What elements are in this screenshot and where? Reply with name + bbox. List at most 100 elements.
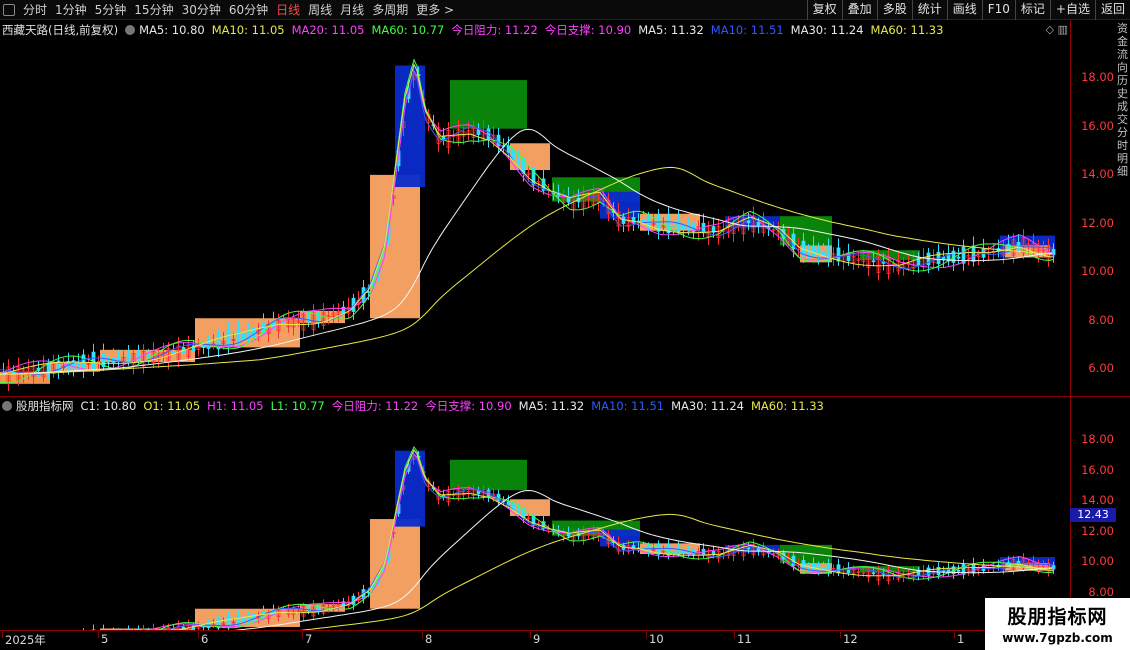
candle-body — [201, 345, 206, 349]
diamond-icon[interactable]: ◇ — [1046, 23, 1054, 36]
candle-body — [1051, 249, 1056, 255]
period-tab-1[interactable]: 1分钟 — [51, 0, 91, 20]
date-tick: 9 — [529, 632, 541, 646]
period-tab-3[interactable]: 15分钟 — [130, 0, 177, 20]
toolbar-button-0[interactable]: 复权 — [806, 0, 842, 20]
period-tab-0[interactable]: 分时 — [19, 0, 51, 20]
toolbar: 分时 1分钟 5分钟 15分钟 30分钟 60分钟 日线 周线 月线 多周期 更多 > 复权 叠加 多股… — [0, 0, 1130, 20]
candle-body — [486, 489, 491, 498]
period-tab-10[interactable]: 更多 > — [412, 0, 458, 20]
legend-item-8: MA30: 11.24 — [790, 22, 864, 37]
candle-body — [1051, 565, 1056, 570]
main-y-tick: 12.00 — [1081, 215, 1114, 230]
candle-body — [821, 567, 826, 570]
period-tab-2[interactable]: 5分钟 — [91, 0, 131, 20]
legend-item-1: MA10: 11.05 — [211, 22, 285, 37]
sub-y-tick: 18.00 — [1081, 432, 1114, 446]
zone-block — [510, 143, 550, 171]
candle-body — [11, 371, 16, 374]
candle-body — [516, 509, 521, 512]
main-y-tick: 16.00 — [1081, 118, 1114, 133]
main-y-tick: 18.00 — [1081, 70, 1114, 84]
menu-square-icon[interactable] — [3, 4, 15, 16]
candle-body — [236, 615, 241, 625]
toolbar-button-1[interactable]: 叠加 — [841, 0, 877, 20]
candle-body — [366, 291, 371, 293]
candle-body — [811, 563, 816, 571]
candle-body — [971, 563, 976, 574]
legend-item-6: MA5: 11.32 — [638, 22, 704, 37]
candle-body — [621, 216, 626, 224]
panel-toggle-icon[interactable]: ▥ — [1058, 23, 1068, 36]
date-tick: 12 — [840, 632, 858, 646]
toolbar-button-7[interactable]: +自选 — [1049, 0, 1095, 20]
period-tab-7[interactable]: 周线 — [304, 0, 336, 20]
candle-body — [126, 354, 131, 362]
panel-divider — [0, 396, 1130, 397]
period-tab-8[interactable]: 月线 — [336, 0, 368, 20]
period-tab-9[interactable]: 多周期 — [368, 0, 412, 20]
candle-body — [106, 360, 111, 363]
main-y-tick: 6.00 — [1088, 361, 1114, 375]
main-candlestick-chart[interactable] — [0, 36, 1070, 396]
date-tick: 1 — [953, 632, 965, 646]
candle-body — [486, 128, 491, 140]
candle-body — [671, 226, 676, 229]
legend-item-7: MA10: 11.51 — [710, 22, 784, 37]
toolbar-button-3[interactable]: 统计 — [911, 0, 947, 20]
slow-ma — [0, 166, 1053, 375]
candle-body — [756, 221, 761, 226]
main-y-tick: 10.00 — [1081, 264, 1114, 278]
period-tab-4[interactable]: 30分钟 — [178, 0, 225, 20]
candle-body — [246, 331, 251, 338]
legend-item-9: MA60: 11.33 — [750, 398, 824, 413]
date-tick: 7 — [301, 632, 313, 646]
candle-body — [146, 355, 151, 358]
candle-body — [811, 245, 816, 257]
toolbar-button-4[interactable]: 画线 — [946, 0, 982, 20]
date-tick: 11 — [734, 632, 752, 646]
date-tick: 10 — [646, 632, 664, 646]
candle-body — [241, 618, 246, 622]
toolbar-button-2[interactable]: 多股 — [876, 0, 912, 20]
candle-body — [956, 569, 961, 572]
sub-y-tick: 8.00 — [1088, 584, 1114, 599]
main-y-tick: 14.00 — [1081, 167, 1114, 181]
watermark-title: 股朋指标网 — [1007, 606, 1108, 628]
legend-item-9: MA60: 11.33 — [870, 22, 944, 37]
period-tab-5[interactable]: 60分钟 — [225, 0, 272, 20]
period-tab-6[interactable]: 日线 — [272, 0, 304, 20]
toolbar-button-8[interactable]: 返回 — [1094, 0, 1130, 20]
candle-body — [516, 159, 521, 163]
sub-y-tick: 14.00 — [1081, 493, 1114, 507]
candle-body — [676, 219, 681, 232]
watermark-url: www.7gpzb.com — [1002, 631, 1113, 645]
side-text: 资金流向历史成交分时明细 — [1117, 22, 1128, 178]
candle-body — [836, 564, 841, 574]
candle-body — [171, 351, 176, 354]
settings-dot-icon[interactable] — [125, 24, 136, 35]
legend-item-2: H1: 11.05 — [207, 398, 264, 413]
axis-divider — [1070, 20, 1071, 630]
date-tick: 5 — [97, 632, 109, 646]
zone-block — [450, 80, 527, 129]
date-tick: 8 — [421, 632, 433, 646]
candle-body — [871, 572, 876, 575]
candle-body — [671, 551, 676, 553]
period-tabs: 分时 1分钟 5分钟 15分钟 30分钟 60分钟 日线 周线 月线 多周期 更多 > — [0, 0, 458, 20]
candle-body — [676, 546, 681, 555]
legend-item-0: C1: 10.80 — [80, 398, 137, 413]
candle-body — [1016, 560, 1021, 564]
settings-dot-icon[interactable] — [2, 400, 12, 411]
date-tick: 6 — [197, 632, 209, 646]
indicator-chart[interactable] — [0, 412, 1070, 630]
legend-item-0: MA5: 10.80 — [139, 22, 205, 37]
toolbar-button-6[interactable]: 标记 — [1014, 0, 1050, 20]
candle-body — [281, 322, 286, 324]
candle-body — [836, 247, 841, 262]
candle-body — [746, 220, 751, 224]
sub-y-tick: 16.00 — [1081, 462, 1114, 477]
main-legend: 西藏天路(日线,前复权) MA5: 10.80 MA10: 11.05 MA20: … — [2, 22, 950, 37]
toolbar-button-5[interactable]: F10 — [981, 0, 1015, 20]
candle-body — [201, 625, 206, 628]
